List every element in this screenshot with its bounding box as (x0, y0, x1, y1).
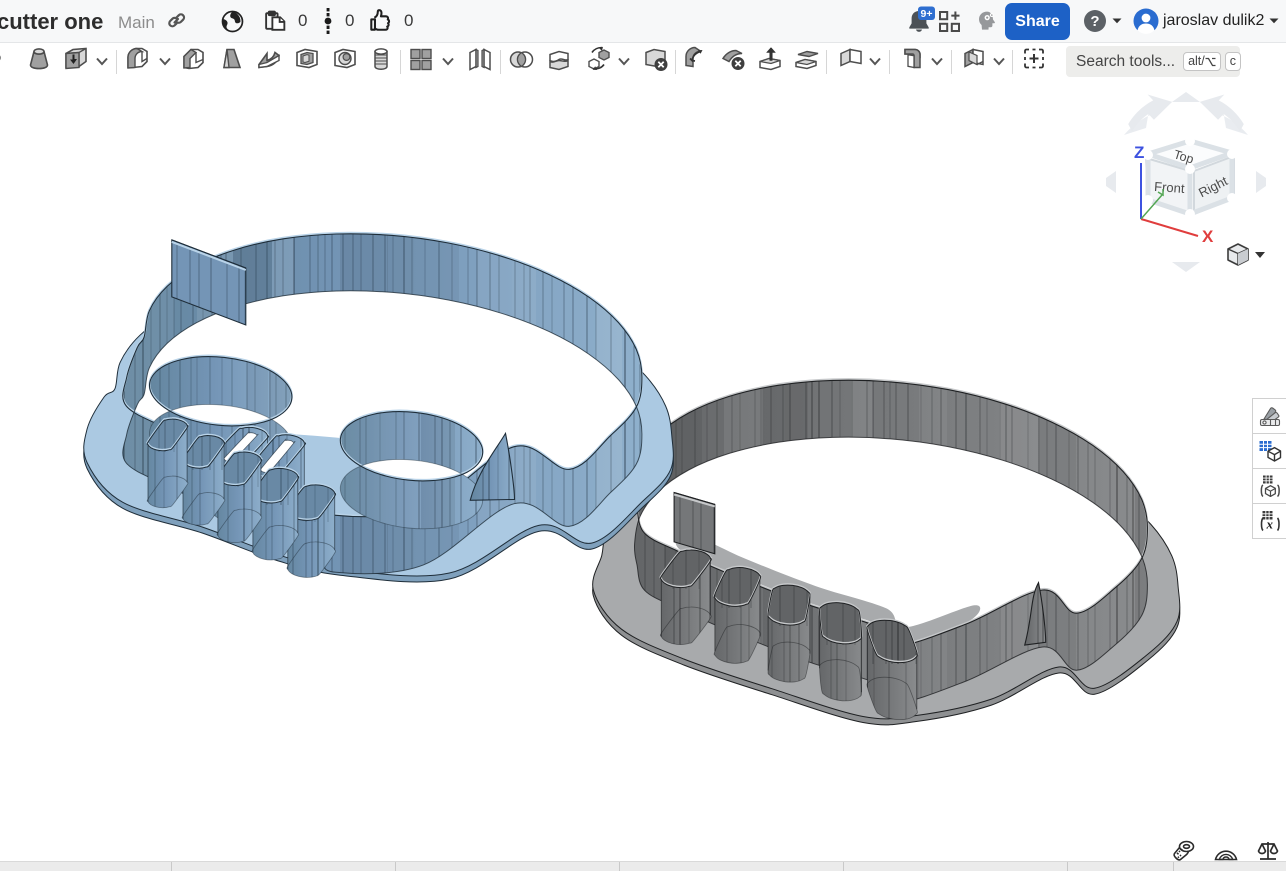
svg-text:?: ? (1090, 13, 1099, 30)
svg-text:Z: Z (1134, 143, 1144, 162)
svg-text:X: X (1202, 227, 1214, 246)
svg-text:Front: Front (1154, 179, 1186, 196)
svg-text:9+: 9+ (921, 8, 933, 20)
svg-text:x: x (1265, 517, 1273, 532)
